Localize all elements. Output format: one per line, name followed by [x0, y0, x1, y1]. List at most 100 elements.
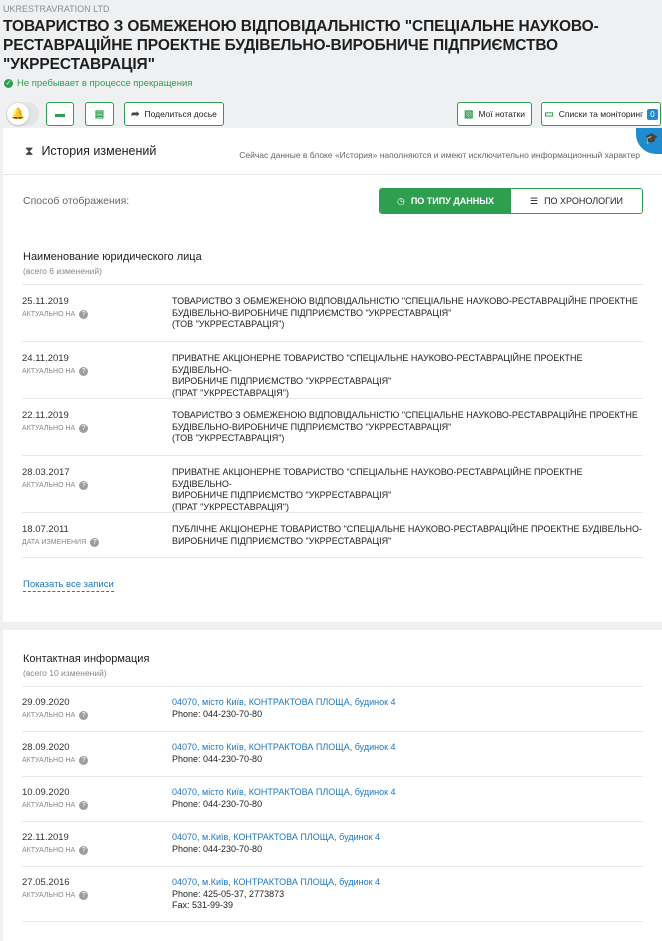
mode-by-time-button[interactable]: ☰ ПО ХРОНОЛОГИИ: [511, 189, 642, 213]
status-text: Не пребывает в процессе прекращения: [17, 78, 193, 89]
row-value-line: ВИРОБНИЧЕ ПІДПРИЄМСТВО "УКРРЕСТАВРАЦІЯ": [172, 490, 392, 500]
table-row: 18.07.2011 ДАТА ИЗМЕНЕНИЯ? ПУБЛІЧНЕ АКЦІ…: [22, 513, 643, 558]
row-date-caption: АКТУАЛЬНО НА: [22, 757, 76, 764]
mode-by-time-label: ПО ХРОНОЛОГИИ: [544, 196, 623, 206]
phone-text: Phone: 044-230-70-80: [172, 843, 263, 854]
row-date: 22.11.2019: [22, 832, 69, 843]
table-row: 28.09.2020 АКТУАЛЬНО НА? 04070, місто Ки…: [22, 732, 643, 777]
display-mode-switch: ◷ ПО ТИПУ ДАННЫХ ☰ ПО ХРОНОЛОГИИ: [379, 188, 643, 214]
phone-text: Phone: 044-230-70-80: [172, 798, 263, 809]
table-row: 29.09.2020 АКТУАЛЬНО НА? 04070, місто Ки…: [22, 687, 643, 732]
display-mode-label: Способ отображения:: [23, 195, 130, 207]
history-card: 🎓 ⧗ История изменений Сейчас данные в бл…: [3, 128, 662, 622]
company-title: ТОВАРИСТВО З ОБМЕЖЕНОЮ ВІДПОВІДАЛЬНІСТЮ …: [3, 18, 599, 73]
help-icon[interactable]: ?: [79, 481, 89, 490]
row-date-caption: АКТУАЛЬНО НА: [22, 712, 76, 719]
row-date: 18.07.2011: [22, 524, 69, 535]
display-mode-row: Способ отображения: ◷ ПО ТИПУ ДАННЫХ ☰ П…: [3, 175, 662, 228]
row-date-caption: АКТУАЛЬНО НА: [22, 482, 76, 489]
table-row: 27.05.2016 АКТУАЛЬНО НА? 04070, м.Київ, …: [22, 867, 643, 922]
row-date: 25.11.2019: [22, 296, 69, 307]
row-date: 28.09.2020: [22, 742, 70, 753]
mode-by-type-label: ПО ТИПУ ДАННЫХ: [410, 196, 495, 206]
document-icon: ▤: [94, 108, 105, 120]
notes-label: Мої нотатки: [478, 109, 525, 119]
contacts-section-title: Контактная информация: [23, 653, 150, 665]
help-icon[interactable]: ?: [79, 310, 89, 319]
help-icon[interactable]: ?: [79, 891, 89, 900]
address-link[interactable]: 04070, м.Київ, КОНТРАКТОВА ПЛОЩА, будино…: [172, 832, 643, 844]
share-dossier-button[interactable]: ➦ Поделиться досье: [124, 102, 224, 126]
lists-label: Списки та моніторинг: [558, 109, 644, 119]
row-date: 24.11.2019: [22, 353, 69, 364]
notification-toggle[interactable]: 🔔: [6, 102, 39, 126]
address-link[interactable]: 04070, м.Київ, КОНТРАКТОВА ПЛОЩА, будино…: [172, 877, 643, 889]
table-row: 28.03.2017 АКТУАЛЬНО НА? ПРИВАТНЕ АКЦІОН…: [22, 456, 643, 513]
help-icon[interactable]: ?: [79, 846, 89, 855]
help-icon[interactable]: ?: [90, 538, 100, 547]
help-icon[interactable]: ?: [79, 424, 89, 433]
phone-text: Phone: 425-05-37, 2773873: [172, 888, 285, 899]
row-value-short: (ТОВ "УКРРЕСТАВРАЦІЯ"): [172, 433, 285, 443]
row-value-line: ВИРОБНИЧЕ ПІДПРИЄМСТВО "УКРРЕСТАВРАЦІЯ": [172, 376, 392, 386]
table-row: 24.11.2019 АКТУАЛЬНО НА? ПРИВАТНЕ АКЦІОН…: [22, 342, 643, 399]
contacts-list: 29.09.2020 АКТУАЛЬНО НА? 04070, місто Ки…: [22, 686, 643, 922]
address-link[interactable]: 04070, місто Київ, КОНТРАКТОВА ПЛОЩА, бу…: [172, 742, 643, 754]
history-note: Сейчас данные в блоке «История» наполняю…: [239, 150, 640, 160]
row-value-line: ПРИВАТНЕ АКЦІОНЕРНЕ ТОВАРИСТВО "СПЕЦІАЛЬ…: [172, 353, 583, 375]
names-section-title: Наименование юридического лица: [23, 251, 202, 263]
share-label: Поделиться досье: [144, 109, 217, 119]
print-button[interactable]: ▬: [46, 102, 74, 126]
notes-icon: ▧: [463, 108, 474, 120]
help-icon[interactable]: ?: [79, 756, 89, 765]
row-date: 29.09.2020: [22, 697, 70, 708]
address-link[interactable]: 04070, місто Київ, КОНТРАКТОВА ПЛОЩА, бу…: [172, 697, 643, 709]
page-header: UKRESTRAVRATION LTD ТОВАРИСТВО З ОБМЕЖЕН…: [0, 0, 662, 128]
row-date: 27.05.2016: [22, 877, 70, 888]
history-header: ⧗ История изменений Сейчас данные в блок…: [3, 128, 662, 175]
check-icon: ✓: [4, 79, 13, 88]
address-link[interactable]: 04070, місто Київ, КОНТРАКТОВА ПЛОЩА, бу…: [172, 787, 643, 799]
folder-icon: ▭: [544, 108, 554, 120]
toolbar: 🔔 ▬ ▤ ➦ Поделиться досье ▧ Мої нотатки ▭…: [3, 102, 661, 128]
help-icon[interactable]: ?: [79, 367, 89, 376]
row-date-caption: ДАТА ИЗМЕНЕНИЯ: [22, 539, 87, 546]
row-value-line: ПРИВАТНЕ АКЦІОНЕРНЕ ТОВАРИСТВО "СПЕЦІАЛЬ…: [172, 467, 583, 489]
help-icon[interactable]: ?: [79, 711, 89, 720]
row-value-line: ТОВАРИСТВО З ОБМЕЖЕНОЮ ВІДПОВІДАЛЬНІСТЮ …: [172, 410, 638, 420]
show-all-records-link[interactable]: Показать все записи: [23, 579, 114, 592]
row-date-caption: АКТУАЛЬНО НА: [22, 847, 76, 854]
names-section-subtitle: (всего 6 изменений): [23, 266, 102, 276]
lists-monitoring-button[interactable]: ▭ Списки та моніторинг 0: [541, 102, 661, 126]
names-section-head: Наименование юридического лица (всего 6 …: [3, 228, 662, 277]
row-date: 22.11.2019: [22, 410, 69, 421]
contacts-section-head: Контактная информация (всего 10 изменени…: [3, 630, 662, 679]
row-value-line: ТОВАРИСТВО З ОБМЕЖЕНОЮ ВІДПОВІДАЛЬНІСТЮ …: [172, 296, 638, 306]
export-button[interactable]: ▤: [85, 102, 114, 126]
contacts-card: Контактная информация (всего 10 изменени…: [3, 630, 662, 941]
lists-count-badge: 0: [647, 108, 658, 120]
row-value-line: БУДІВЕЛЬНО-ВИРОБНИЧЕ ПІДПРИЄМСТВО "УКРРЕ…: [172, 421, 452, 432]
share-arrow-icon: ➦: [131, 108, 140, 120]
table-row: 22.11.2019 АКТУАЛЬНО НА? 04070, м.Київ, …: [22, 822, 643, 867]
row-value-line: БУДІВЕЛЬНО-ВИРОБНИЧЕ ПІДПРИЄМСТВО "УКРРЕ…: [172, 307, 452, 318]
row-date-caption: АКТУАЛЬНО НА: [22, 802, 76, 809]
my-notes-button[interactable]: ▧ Мої нотатки: [457, 102, 532, 126]
row-value-short: (ТОВ "УКРРЕСТАВРАЦІЯ"): [172, 319, 285, 329]
names-list: 25.11.2019 АКТУАЛЬНО НА? ТОВАРИСТВО З ОБ…: [22, 284, 643, 558]
latin-company-name: UKRESTRAVRATION LTD: [3, 4, 110, 14]
printer-icon: ▬: [55, 108, 65, 120]
row-value-line: ПУБЛІЧНЕ АКЦІОНЕРНЕ ТОВАРИСТВО "СПЕЦІАЛЬ…: [172, 524, 642, 534]
phone-text: Phone: 044-230-70-80: [172, 708, 263, 719]
row-value-line: ВИРОБНИЧЕ ПІДПРИЄМСТВО "УКРРЕСТАВРАЦІЯ": [172, 535, 392, 546]
row-date-caption: АКТУАЛЬНО НА: [22, 368, 76, 375]
phone-text: Phone: 044-230-70-80: [172, 753, 263, 764]
bell-icon: 🔔: [7, 103, 29, 125]
status-line: ✓ Не пребывает в процессе прекращения: [3, 78, 659, 89]
mode-by-type-button[interactable]: ◷ ПО ТИПУ ДАННЫХ: [380, 189, 511, 213]
help-icon[interactable]: ?: [79, 801, 89, 810]
row-date-caption: АКТУАЛЬНО НА: [22, 425, 76, 432]
table-row: 25.11.2019 АКТУАЛЬНО НА? ТОВАРИСТВО З ОБ…: [22, 285, 643, 342]
contacts-section-subtitle: (всего 10 изменений): [23, 668, 107, 678]
row-date-caption: АКТУАЛЬНО НА: [22, 311, 76, 318]
